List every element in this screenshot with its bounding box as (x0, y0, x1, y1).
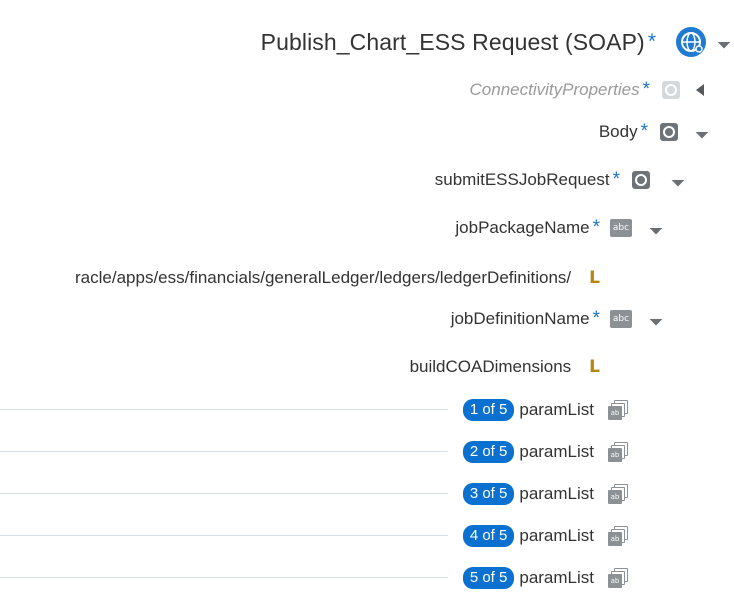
collapse-arrow-icon[interactable] (717, 35, 731, 49)
collapse-arrow-icon[interactable] (695, 125, 709, 139)
node-body[interactable]: Body * (598, 120, 709, 144)
connector-line (0, 493, 448, 494)
literal-value: buildCOADimensions (409, 357, 572, 376)
node-label: ConnectivityProperties (469, 80, 640, 99)
required-marker: * (612, 169, 620, 190)
complex-type-icon (632, 171, 650, 189)
param-list-label: paramList (519, 526, 594, 545)
node-submit-ess-job-request[interactable]: submitESSJobRequest * (434, 168, 685, 192)
connector-line (0, 409, 448, 410)
node-label: jobDefinitionName (450, 309, 590, 328)
literal-icon: L (589, 357, 600, 377)
collapse-arrow-icon[interactable] (649, 221, 663, 235)
param-list-label: paramList (519, 484, 594, 503)
globe-service-icon (676, 27, 706, 57)
param-list-label: paramList (519, 442, 594, 461)
repeating-string-icon: ab (606, 483, 630, 505)
root-node[interactable]: Publish_Chart_ESS Request (SOAP) * (261, 26, 734, 58)
param-index-badge[interactable]: 3 of 5 (462, 483, 515, 505)
param-list-item[interactable]: 5 of 5 paramList ab (462, 565, 630, 591)
required-marker: * (642, 79, 650, 100)
node-label: submitESSJobRequest (434, 170, 610, 189)
required-marker: * (640, 121, 648, 142)
param-list-item[interactable]: 2 of 5 paramList ab (462, 439, 630, 465)
param-list-item[interactable]: 3 of 5 paramList ab (462, 481, 630, 507)
node-label: Body (598, 122, 638, 141)
node-job-definition-value[interactable]: buildCOADimensions L (410, 355, 600, 379)
repeating-string-icon: ab (606, 567, 630, 589)
repeating-string-icon: ab (606, 525, 630, 547)
required-marker: * (647, 30, 656, 53)
collapse-arrow-icon[interactable] (649, 312, 663, 326)
literal-icon: L (589, 268, 600, 288)
repeating-string-icon: ab (606, 441, 630, 463)
expand-arrow-icon[interactable] (696, 84, 704, 96)
root-title: Publish_Chart_ESS Request (SOAP) (260, 28, 645, 55)
param-index-badge[interactable]: 1 of 5 (462, 399, 515, 421)
param-index-badge[interactable]: 2 of 5 (462, 441, 515, 463)
repeating-string-icon: ab (606, 399, 630, 421)
node-job-package-name[interactable]: jobPackageName * abc (455, 216, 663, 240)
string-type-icon: abc (610, 310, 632, 328)
connector-line (0, 451, 448, 452)
literal-value: racle/apps/ess/financials/generalLedger/… (75, 268, 572, 287)
complex-type-icon (660, 123, 678, 141)
param-list-label: paramList (519, 400, 594, 419)
param-list-item[interactable]: 1 of 5 paramList ab (462, 397, 630, 423)
param-index-badge[interactable]: 4 of 5 (462, 525, 515, 547)
string-type-icon: abc (610, 219, 632, 237)
connector-line (0, 535, 448, 536)
node-label: jobPackageName (455, 218, 590, 237)
required-marker: * (592, 217, 600, 238)
param-list-item[interactable]: 4 of 5 paramList ab (462, 523, 630, 549)
collapse-arrow-icon[interactable] (671, 173, 685, 187)
connector-line (0, 577, 448, 578)
param-index-badge[interactable]: 5 of 5 (462, 567, 515, 589)
node-job-definition-name[interactable]: jobDefinitionName * abc (450, 307, 663, 331)
required-marker: * (592, 308, 600, 329)
node-job-package-value[interactable]: racle/apps/ess/financials/generalLedger/… (75, 266, 600, 290)
complex-type-icon (662, 81, 680, 99)
node-connectivity-properties[interactable]: ConnectivityProperties * (470, 78, 704, 102)
param-list-label: paramList (519, 568, 594, 587)
